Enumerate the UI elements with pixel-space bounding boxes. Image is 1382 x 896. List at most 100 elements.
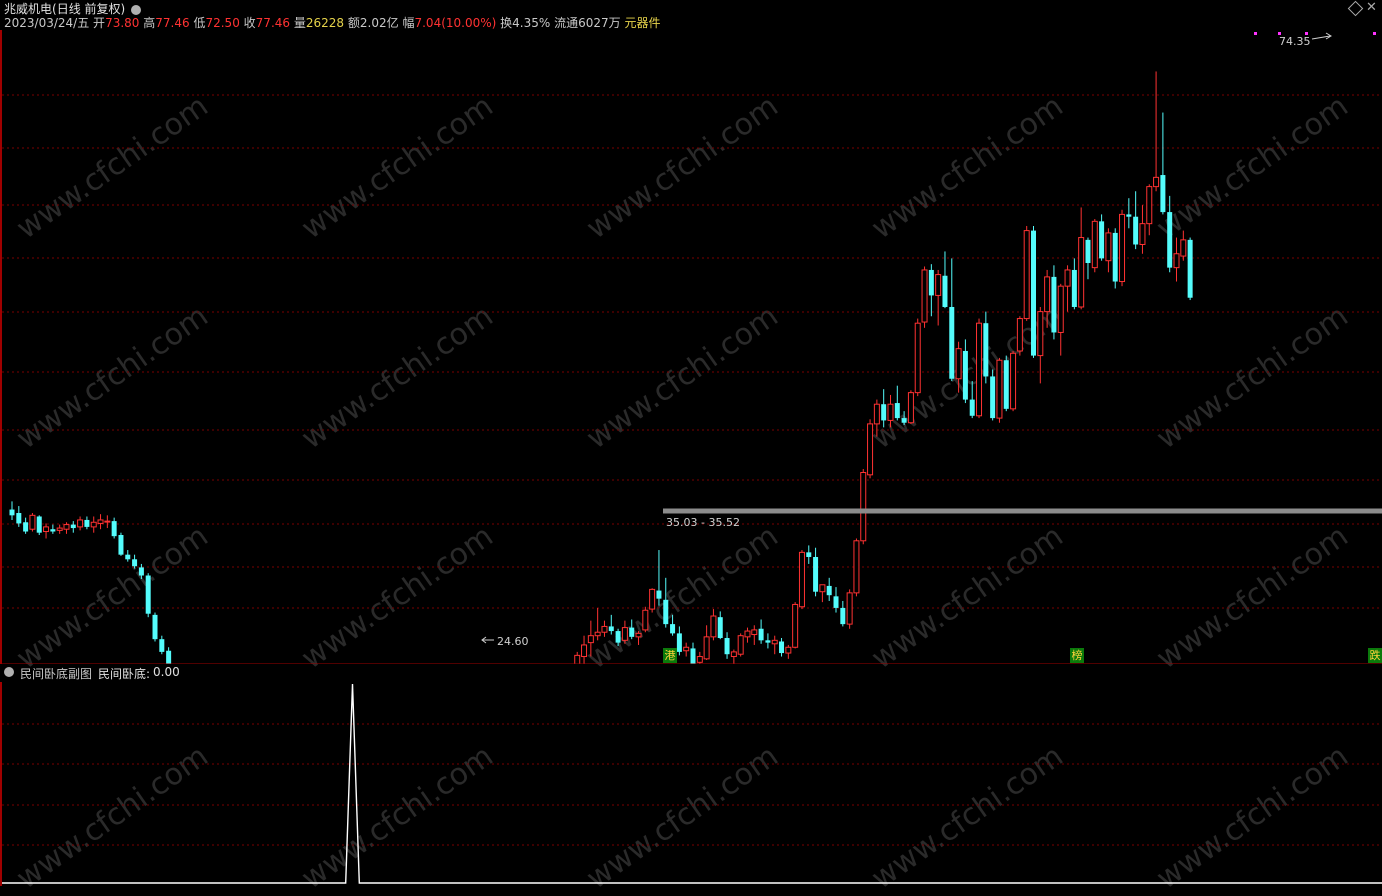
float-label: 流通 <box>554 16 579 30</box>
candle <box>1160 112 1166 215</box>
candle <box>703 625 710 660</box>
high-label: 高 <box>143 16 156 30</box>
candlestick-chart[interactable]: 35.03 - 35.52 24.60 74.35 <box>0 30 1382 664</box>
candle <box>696 651 703 664</box>
high-price-label: 74.35 <box>1279 35 1311 48</box>
candle <box>798 550 805 610</box>
candle-body <box>744 630 751 638</box>
candle <box>921 266 928 328</box>
turnover-label: 换 <box>500 16 513 30</box>
open-label: 开 <box>93 16 106 30</box>
candle-body <box>676 633 682 652</box>
candle <box>656 550 662 606</box>
candle <box>853 538 860 597</box>
candle <box>1187 237 1193 301</box>
candle <box>1105 228 1112 273</box>
candle-body <box>806 552 812 557</box>
candle <box>159 635 165 655</box>
candle <box>860 469 867 545</box>
subchart-toggle-icon[interactable] <box>4 667 14 677</box>
candle-body <box>1078 237 1085 308</box>
candle-body <box>56 527 63 531</box>
candle-body <box>819 584 826 593</box>
candle <box>710 609 717 641</box>
candle-body <box>737 635 744 655</box>
volume-label: 量 <box>293 16 306 30</box>
candle-body <box>942 275 948 307</box>
candle <box>1180 230 1187 261</box>
candle-body <box>615 631 621 643</box>
float-value: 6027万 <box>578 16 621 30</box>
candle-body <box>1085 239 1091 264</box>
candle <box>23 517 29 534</box>
candle <box>907 390 914 424</box>
candle-body <box>16 513 22 524</box>
candle <box>90 516 97 533</box>
candle-body <box>1016 318 1023 352</box>
marker-hk[interactable]: 港 <box>663 648 677 663</box>
candle <box>574 651 581 664</box>
subchart-header: 民间卧底副图 民间卧底: 0.00 <box>0 664 700 682</box>
candle-body <box>894 403 900 419</box>
marker-fall[interactable]: 跌 <box>1368 648 1382 663</box>
marker-list[interactable]: 榜 <box>1070 648 1084 663</box>
candle-body <box>23 522 29 532</box>
candle <box>601 620 608 637</box>
candle <box>608 614 614 635</box>
candle <box>1078 207 1085 310</box>
candle-body <box>962 350 968 400</box>
candle-body <box>642 609 649 631</box>
subchart-grid <box>2 723 1382 846</box>
candle-body <box>152 614 158 640</box>
candle-body <box>1071 269 1077 307</box>
candle <box>125 550 131 562</box>
candle <box>765 633 771 649</box>
candle-body <box>935 274 942 296</box>
candle-body <box>608 626 614 632</box>
candle <box>1133 191 1139 250</box>
settings-gear-icon[interactable] <box>131 4 142 15</box>
stock-info-bar: 兆威机电(日线 前复权) 2023/03/24/五 开73.80 高77.46 … <box>0 0 1382 30</box>
candle-body <box>97 519 104 524</box>
candle <box>642 606 649 633</box>
high-value: 77.46 <box>155 16 190 30</box>
candle <box>744 627 751 643</box>
candle <box>1044 269 1051 328</box>
candle-body <box>710 615 717 638</box>
close-icon[interactable]: ✕ <box>1366 0 1377 15</box>
subchart-plot[interactable] <box>0 682 1382 886</box>
candle <box>942 251 948 309</box>
change-label: 幅 <box>402 16 415 30</box>
candle <box>118 532 124 556</box>
candle-body <box>730 651 737 658</box>
amount-label: 额 <box>347 16 360 30</box>
candle <box>737 633 744 657</box>
candle <box>955 341 962 393</box>
candle-body <box>9 509 15 516</box>
candle-body <box>601 625 608 633</box>
subchart-value: 0.00 <box>153 665 180 679</box>
candle <box>36 515 42 535</box>
candle <box>881 389 887 428</box>
candle-body <box>1173 253 1180 269</box>
candle <box>1023 225 1030 321</box>
candle-body <box>77 519 84 528</box>
candle <box>1126 198 1132 229</box>
candle <box>581 635 588 664</box>
candle <box>9 501 15 520</box>
sector-label[interactable]: 元器件 <box>625 16 661 30</box>
candle <box>1139 205 1146 254</box>
candle <box>717 611 723 640</box>
candle <box>152 612 158 642</box>
candle <box>587 620 594 657</box>
candle-body <box>138 567 144 576</box>
candle-body <box>921 269 928 323</box>
candle-body <box>1187 239 1193 298</box>
candle-body <box>976 322 983 417</box>
candle-body <box>581 644 588 658</box>
candle <box>1057 283 1064 356</box>
candle-body <box>1091 220 1098 269</box>
candle <box>813 547 819 597</box>
candle <box>730 649 737 664</box>
candle-body <box>166 650 172 664</box>
